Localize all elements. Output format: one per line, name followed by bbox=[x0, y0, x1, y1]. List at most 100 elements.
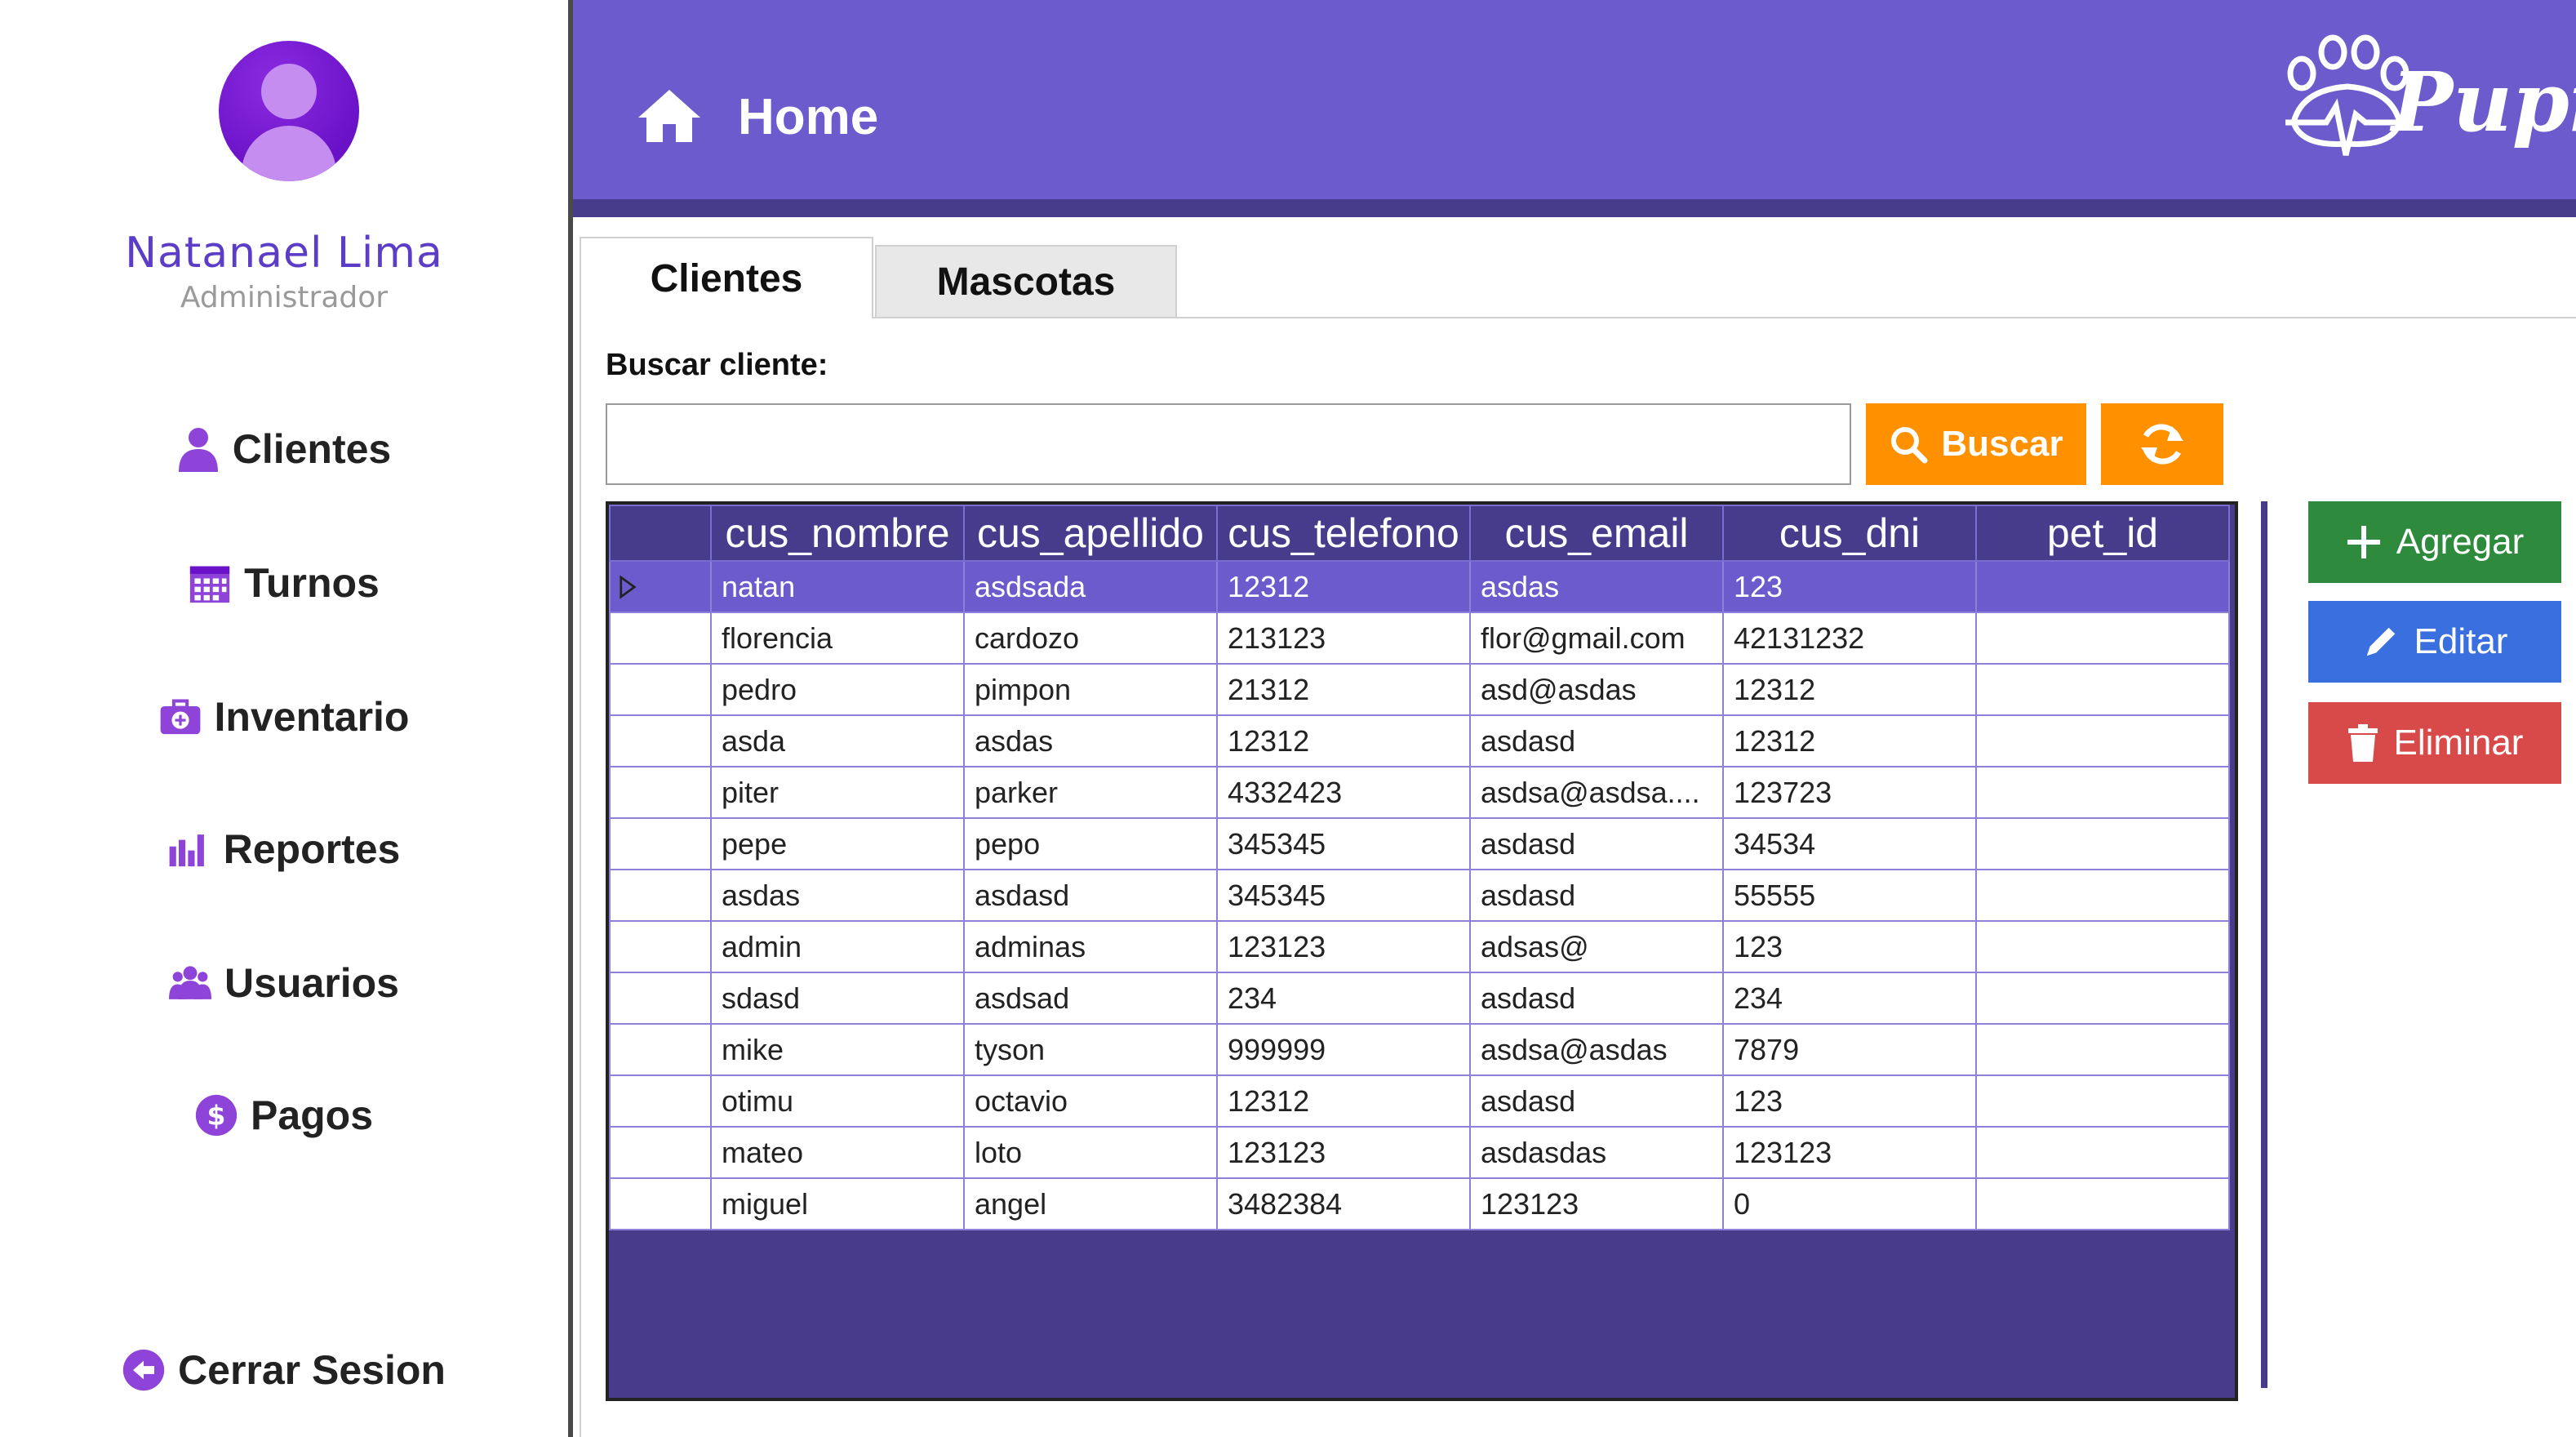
table-cell-cus_telefono[interactable]: 345345 bbox=[1216, 817, 1471, 870]
table-row[interactable]: asda asdas 12312 asdasd 12312 bbox=[609, 714, 2230, 767]
table-cell-cus_nombre[interactable]: asda bbox=[710, 714, 965, 767]
row-header[interactable] bbox=[609, 714, 712, 767]
table-cell-cus_dni[interactable]: 7879 bbox=[1722, 1023, 1977, 1076]
table-cell-pet_id[interactable] bbox=[1975, 817, 2230, 870]
table-row[interactable]: natan asdsada 12312 asdas 123 bbox=[609, 560, 2230, 613]
row-header[interactable] bbox=[609, 869, 712, 922]
table-cell-cus_telefono[interactable]: 999999 bbox=[1216, 1023, 1471, 1076]
table-cell-pet_id[interactable] bbox=[1975, 920, 2230, 973]
table-cell-cus_dni[interactable]: 123723 bbox=[1722, 766, 1977, 819]
table-cell-cus_nombre[interactable]: mike bbox=[710, 1023, 965, 1076]
table-cell-cus_telefono[interactable]: 213123 bbox=[1216, 612, 1471, 665]
table-cell-cus_dni[interactable]: 12312 bbox=[1722, 663, 1977, 716]
clients-table[interactable]: cus_nombre cus_apellido cus_telefono cus_em… bbox=[606, 501, 2238, 1401]
column-header-cus_email[interactable]: cus_email bbox=[1469, 505, 1724, 562]
table-cell-cus_apellido[interactable]: asdsada bbox=[963, 560, 1218, 613]
table-row[interactable]: asdas asdasd 345345 asdasd 55555 bbox=[609, 869, 2230, 922]
table-cell-cus_email[interactable]: asdasdas bbox=[1469, 1126, 1724, 1179]
table-cell-cus_email[interactable]: asdasd bbox=[1469, 714, 1724, 767]
column-header-cus_telefono[interactable]: cus_telefono bbox=[1216, 505, 1471, 562]
sidebar-item-inventario[interactable]: Inventario bbox=[0, 676, 568, 758]
table-row[interactable]: otimu octavio 12312 asdasd 123 bbox=[609, 1074, 2230, 1128]
table-cell-cus_telefono[interactable]: 345345 bbox=[1216, 869, 1471, 922]
column-header-cus_dni[interactable]: cus_dni bbox=[1722, 505, 1977, 562]
row-header[interactable] bbox=[609, 1023, 712, 1076]
table-cell-pet_id[interactable] bbox=[1975, 612, 2230, 665]
table-cell-cus_apellido[interactable]: adminas bbox=[963, 920, 1218, 973]
table-row[interactable]: pedro pimpon 21312 asd@asdas 12312 bbox=[609, 663, 2230, 716]
table-cell-cus_apellido[interactable]: cardozo bbox=[963, 612, 1218, 665]
table-cell-cus_telefono[interactable]: 123123 bbox=[1216, 920, 1471, 973]
table-cell-cus_nombre[interactable]: piter bbox=[710, 766, 965, 819]
sidebar-item-reportes[interactable]: Reportes bbox=[0, 808, 568, 890]
table-cell-cus_nombre[interactable]: pepe bbox=[710, 817, 965, 870]
sidebar-item-usuarios[interactable]: Usuarios bbox=[0, 942, 568, 1024]
refresh-button[interactable] bbox=[2101, 403, 2223, 485]
table-cell-cus_email[interactable]: asd@asdas bbox=[1469, 663, 1724, 716]
table-cell-pet_id[interactable] bbox=[1975, 972, 2230, 1025]
table-cell-cus_dni[interactable]: 34534 bbox=[1722, 817, 1977, 870]
table-cell-cus_telefono[interactable]: 123123 bbox=[1216, 1126, 1471, 1179]
table-cell-cus_dni[interactable]: 55555 bbox=[1722, 869, 1977, 922]
table-cell-pet_id[interactable] bbox=[1975, 1126, 2230, 1179]
table-cell-cus_dni[interactable]: 123123 bbox=[1722, 1126, 1977, 1179]
sidebar-item-pagos[interactable]: $ Pagos bbox=[0, 1074, 568, 1156]
table-row[interactable]: pepe pepo 345345 asdasd 34534 bbox=[609, 817, 2230, 870]
row-header[interactable] bbox=[609, 612, 712, 665]
table-scrollbar[interactable] bbox=[2261, 501, 2267, 1388]
table-cell-cus_nombre[interactable]: mateo bbox=[710, 1126, 965, 1179]
table-cell-pet_id[interactable] bbox=[1975, 766, 2230, 819]
table-cell-cus_apellido[interactable]: pepo bbox=[963, 817, 1218, 870]
row-header[interactable] bbox=[609, 1074, 712, 1128]
table-cell-cus_telefono[interactable]: 21312 bbox=[1216, 663, 1471, 716]
table-row[interactable]: mateo loto 123123 asdasdas 123123 bbox=[609, 1126, 2230, 1179]
add-button[interactable]: Agregar bbox=[2308, 501, 2561, 583]
table-cell-cus_apellido[interactable]: asdasd bbox=[963, 869, 1218, 922]
tab-clientes[interactable]: Clientes bbox=[580, 237, 873, 318]
table-row[interactable]: admin adminas 123123 adsas@ 123 bbox=[609, 920, 2230, 973]
row-header[interactable] bbox=[609, 817, 712, 870]
table-cell-cus_dni[interactable]: 42131232 bbox=[1722, 612, 1977, 665]
table-cell-cus_nombre[interactable]: florencia bbox=[710, 612, 965, 665]
row-header[interactable] bbox=[609, 972, 712, 1025]
table-cell-cus_nombre[interactable]: otimu bbox=[710, 1074, 965, 1128]
table-cell-cus_email[interactable]: asdasd bbox=[1469, 972, 1724, 1025]
table-cell-cus_apellido[interactable]: loto bbox=[963, 1126, 1218, 1179]
table-cell-cus_dni[interactable]: 123 bbox=[1722, 560, 1977, 613]
table-cell-pet_id[interactable] bbox=[1975, 560, 2230, 613]
table-cell-cus_email[interactable]: 123123 bbox=[1469, 1177, 1724, 1230]
delete-button[interactable]: Eliminar bbox=[2308, 702, 2561, 784]
row-header[interactable] bbox=[609, 1126, 712, 1179]
table-cell-cus_dni[interactable]: 123 bbox=[1722, 920, 1977, 973]
table-cell-cus_email[interactable]: adsas@ bbox=[1469, 920, 1724, 973]
row-header[interactable] bbox=[609, 560, 712, 613]
row-header[interactable] bbox=[609, 1177, 712, 1230]
column-header-cus_apellido[interactable]: cus_apellido bbox=[963, 505, 1218, 562]
table-row[interactable]: sdasd asdsad 234 asdasd 234 bbox=[609, 972, 2230, 1025]
table-cell-cus_nombre[interactable]: miguel bbox=[710, 1177, 965, 1230]
table-cell-cus_apellido[interactable]: asdas bbox=[963, 714, 1218, 767]
table-row[interactable]: piter parker 4332423 asdsa@asdsa.... 123723 bbox=[609, 766, 2230, 819]
table-cell-cus_dni[interactable]: 234 bbox=[1722, 972, 1977, 1025]
sidebar-item-turnos[interactable]: Turnos bbox=[0, 542, 568, 624]
table-cell-cus_apellido[interactable]: pimpon bbox=[963, 663, 1218, 716]
logout-button[interactable]: Cerrar Sesion bbox=[0, 1329, 568, 1411]
edit-button[interactable]: Editar bbox=[2308, 601, 2561, 683]
table-row[interactable]: mike tyson 999999 asdsa@asdas 7879 bbox=[609, 1023, 2230, 1076]
table-cell-cus_telefono[interactable]: 3482384 bbox=[1216, 1177, 1471, 1230]
table-cell-cus_telefono[interactable]: 234 bbox=[1216, 972, 1471, 1025]
table-cell-cus_email[interactable]: flor@gmail.com bbox=[1469, 612, 1724, 665]
table-cell-cus_telefono[interactable]: 12312 bbox=[1216, 714, 1471, 767]
table-cell-cus_email[interactable]: asdasd bbox=[1469, 869, 1724, 922]
sidebar-item-clientes[interactable]: Clientes bbox=[0, 408, 568, 490]
tab-mascotas[interactable]: Mascotas bbox=[875, 245, 1177, 318]
table-cell-cus_dni[interactable]: 123 bbox=[1722, 1074, 1977, 1128]
table-cell-pet_id[interactable] bbox=[1975, 714, 2230, 767]
table-cell-cus_apellido[interactable]: angel bbox=[963, 1177, 1218, 1230]
table-cell-pet_id[interactable] bbox=[1975, 1074, 2230, 1128]
table-cell-cus_email[interactable]: asdasd bbox=[1469, 1074, 1724, 1128]
table-cell-cus_email[interactable]: asdsa@asdsa.... bbox=[1469, 766, 1724, 819]
column-header-cus_nombre[interactable]: cus_nombre bbox=[710, 505, 965, 562]
table-cell-cus_apellido[interactable]: tyson bbox=[963, 1023, 1218, 1076]
row-header[interactable] bbox=[609, 663, 712, 716]
